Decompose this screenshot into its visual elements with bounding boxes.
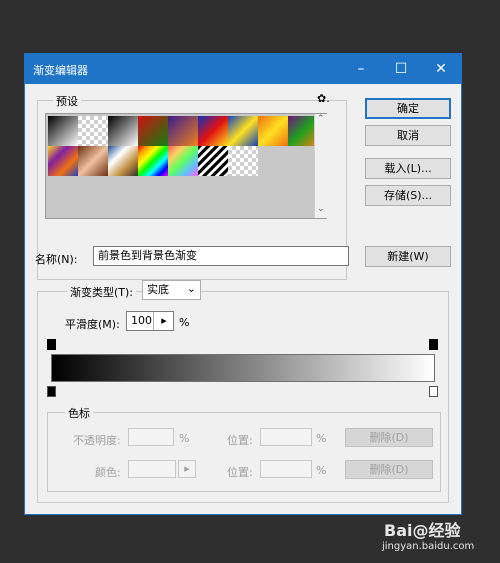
opacity-position-label: 位置: [227,434,253,447]
opacity-stop-left[interactable] [47,339,56,350]
presets-label: 预设 [53,93,81,109]
scroll-up-icon[interactable]: ⌃ [317,114,325,124]
title-bar[interactable]: 渐变编辑器 – ☐ ✕ [25,54,461,84]
color-position-field [260,460,312,478]
name-field[interactable]: 前景色到背景色渐变 [93,246,349,266]
preset-blue-yellow-blue[interactable] [228,116,258,146]
presets-swatch-area: ⌃ ⌄ [45,113,327,219]
delete-color-stop-button: 删除(D) [345,460,433,479]
gradient-type-select[interactable]: 实底 ⌄ [142,280,201,300]
smoothness-label: 平滑度(M): [65,318,120,331]
name-label: 名称(N): [35,253,78,266]
preset-transparent-rainbow[interactable] [168,146,198,176]
opacity-label: 不透明度: [73,434,121,447]
preset-orange-yellow-orange[interactable] [258,116,288,146]
delete-opacity-stop-button: 删除(D) [345,428,433,447]
gradient-type-value: 实底 [147,283,169,296]
preset-transparent-stripes[interactable] [198,146,228,176]
opacity-unit: % [179,432,190,445]
color-position-unit: % [316,464,327,477]
save-button[interactable]: 存储(S)... [365,185,451,206]
color-arrow-icon: ▸ [184,462,190,475]
smoothness-stepper[interactable]: ▸ [153,312,174,330]
color-menu-button: ▸ [178,460,196,478]
stops-group [47,412,441,492]
window-title: 渐变编辑器 [33,64,88,77]
preset-yellow-violet-orange-blue[interactable] [48,146,78,176]
new-button[interactable]: 新建(W) [365,246,451,267]
smoothness-unit: % [179,316,190,329]
watermark-url: jingyan.baidu.com [382,541,475,552]
opacity-stop-right[interactable] [429,339,438,350]
scroll-down-icon[interactable]: ⌄ [317,204,325,214]
smoothness-value: 100 [131,314,152,327]
gradient-preview-bar[interactable] [51,354,435,382]
smoothness-arrow-icon: ▸ [161,314,167,327]
color-stop-right[interactable] [429,386,438,397]
presets-scrollbar[interactable]: ⌃ ⌄ [314,114,327,218]
minimize-button[interactable]: – [341,54,381,84]
opacity-position-unit: % [316,432,327,445]
preset-red-green[interactable] [138,116,168,146]
preset-chrome[interactable] [108,146,138,176]
preset-checker[interactable] [228,146,258,176]
preset-blue-red-yellow[interactable] [198,116,228,146]
load-button[interactable]: 载入(L)... [365,158,451,179]
close-button[interactable]: ✕ [421,54,461,84]
cancel-button[interactable]: 取消 [365,125,451,146]
opacity-field [128,428,174,446]
color-label: 颜色: [95,466,121,479]
preset-black-white[interactable] [108,116,138,146]
opacity-position-field [260,428,312,446]
ok-button[interactable]: 确定 [365,98,451,119]
color-position-label: 位置: [227,466,253,479]
gradient-editor-dialog: 渐变编辑器 – ☐ ✕ 预设 ✿. ⌃ ⌄ 确定 取消 载入(L)... 存储(… [24,53,462,515]
preset-spectrum[interactable] [138,146,168,176]
chevron-down-icon: ⌄ [186,282,196,295]
watermark-logo: Bai@经验 [384,521,461,540]
preset-copper[interactable] [78,146,108,176]
preset-violet-orange[interactable] [168,116,198,146]
preset-fg-bg[interactable] [48,116,78,146]
minimize-icon: – [357,61,365,77]
preset-fg-transparent[interactable] [78,116,108,146]
maximize-button[interactable]: ☐ [381,54,421,84]
color-swatch-field [128,460,176,478]
stops-label: 色标 [65,405,93,421]
maximize-icon: ☐ [394,61,408,77]
presets-gear-icon[interactable]: ✿. [317,92,330,105]
gradient-type-label: 渐变类型(T): [67,284,137,300]
color-stop-left[interactable] [47,386,56,397]
close-icon: ✕ [435,61,447,77]
